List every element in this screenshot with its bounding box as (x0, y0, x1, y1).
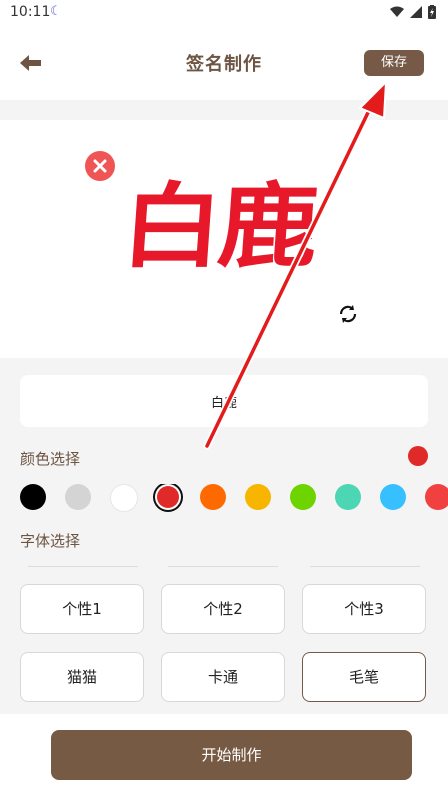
font-preview-divider (168, 566, 278, 567)
rotate-handle[interactable] (337, 303, 359, 325)
rotate-icon (339, 305, 357, 323)
font-option-5[interactable]: 卡通 (161, 652, 285, 702)
color-swatch-list[interactable] (20, 484, 448, 512)
battery-charging-icon (428, 5, 436, 19)
start-button[interactable]: 开始制作 (51, 730, 412, 780)
color-swatch[interactable] (157, 486, 179, 508)
status-time: 10:11 (10, 4, 51, 20)
font-section-label: 字体选择 (20, 532, 81, 550)
color-swatch[interactable] (200, 484, 226, 510)
font-preview-divider (28, 566, 138, 567)
signature-preview[interactable]: 白鹿 (0, 120, 448, 358)
save-button[interactable]: 保存 (364, 50, 424, 76)
color-swatch[interactable] (65, 484, 91, 510)
font-option-1[interactable]: 个性1 (20, 584, 144, 634)
color-swatch[interactable] (335, 484, 361, 510)
color-swatch[interactable] (20, 484, 46, 510)
color-swatch[interactable] (110, 484, 138, 512)
font-option-2[interactable]: 个性2 (161, 584, 285, 634)
color-swatch[interactable] (380, 484, 406, 510)
header: 签名制作 保存 (0, 26, 448, 100)
font-option-6[interactable]: 毛笔 (302, 652, 426, 702)
wifi-icon (390, 6, 404, 17)
signature-input[interactable] (20, 375, 428, 427)
color-swatch[interactable] (245, 484, 271, 510)
color-swatch[interactable] (425, 484, 448, 510)
bottom-bar: 开始制作 (0, 714, 448, 796)
moon-icon: ☾ (50, 4, 62, 19)
status-bar: 10:11 ☾ (0, 0, 448, 26)
signature-text[interactable]: 白鹿 (118, 172, 318, 282)
signal-icon (410, 6, 422, 18)
font-option-4[interactable]: 猫猫 (20, 652, 144, 702)
delete-button[interactable] (85, 151, 115, 181)
current-color-indicator (408, 446, 428, 466)
font-option-3[interactable]: 个性3 (302, 584, 426, 634)
close-icon (93, 159, 107, 173)
color-section-label: 颜色选择 (20, 450, 81, 468)
font-preview-divider (310, 566, 420, 567)
color-swatch[interactable] (290, 484, 316, 510)
status-icons (390, 5, 436, 19)
